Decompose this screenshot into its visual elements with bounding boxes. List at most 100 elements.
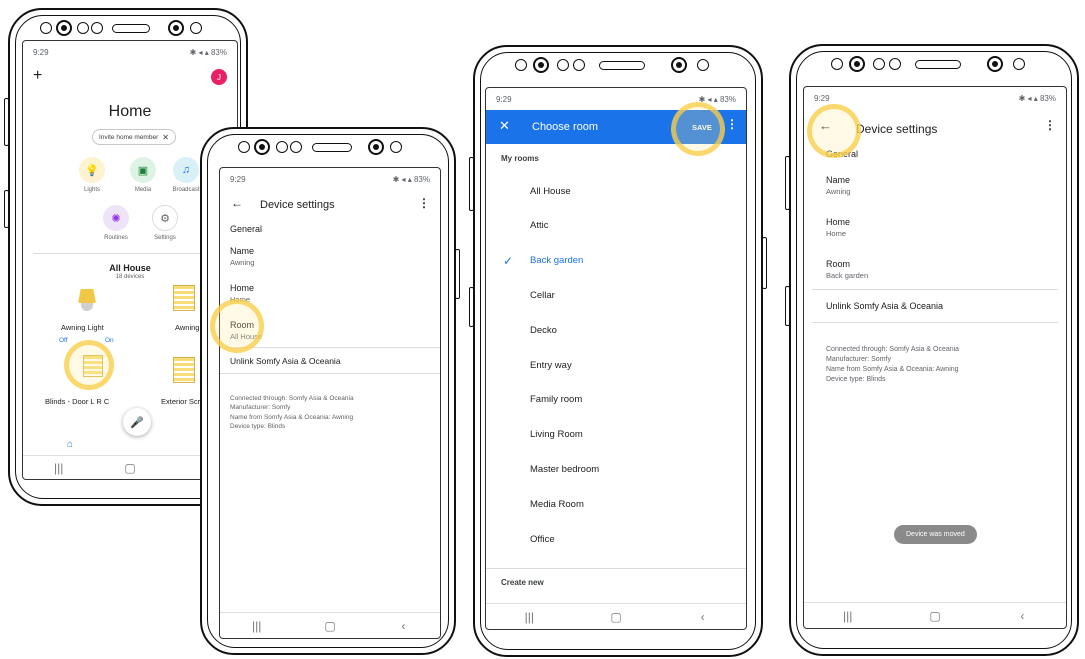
blinds-icon[interactable] <box>173 285 195 311</box>
status-time: 9:29 <box>496 94 512 104</box>
home-nav-icon[interactable]: ▢ <box>318 619 342 633</box>
camera-lens <box>533 57 549 73</box>
sensor-dot <box>40 22 52 34</box>
home-nav-icon[interactable]: ▢ <box>923 609 947 623</box>
room-name: Cellar <box>530 289 555 301</box>
toast-message: Device was moved <box>894 525 977 544</box>
setting-name-value: Awning <box>826 186 851 196</box>
add-icon[interactable]: + <box>33 67 42 85</box>
lamp-icon[interactable] <box>75 289 99 313</box>
sensor-dot <box>889 58 901 70</box>
setting-name[interactable]: Name Awning <box>230 246 254 267</box>
more-options-icon[interactable]: ⋮ <box>418 196 430 210</box>
room-name: Master bedroom <box>530 463 600 475</box>
back-nav-icon[interactable]: ‹ <box>691 610 715 624</box>
save-button[interactable]: SAVE <box>692 123 712 132</box>
room-name: Attic <box>530 220 549 232</box>
back-nav-icon[interactable]: ‹ <box>391 619 415 633</box>
room-item[interactable]: Master bedroom <box>486 452 746 486</box>
phone-sensors <box>791 55 1077 75</box>
home-tab-icon[interactable]: ⌂ <box>67 439 73 450</box>
recents-icon[interactable]: ||| <box>47 461 71 475</box>
sun-icon[interactable]: ✺ <box>103 205 129 231</box>
setting-room[interactable]: Room All House <box>230 320 262 341</box>
blinds-icon[interactable] <box>173 357 195 383</box>
recents-icon[interactable]: ||| <box>245 619 269 633</box>
play-icon[interactable]: ▣ <box>130 157 156 183</box>
off-label[interactable]: Off <box>59 337 68 344</box>
divider <box>220 373 440 374</box>
back-nav-icon[interactable]: ‹ <box>1010 609 1034 623</box>
blinds-icon[interactable] <box>83 355 103 377</box>
earpiece <box>112 24 150 33</box>
info-manufacturer: Manufacturer: Somfy <box>826 356 891 364</box>
room-name: Decko <box>530 324 557 336</box>
sensor-dot <box>557 59 569 71</box>
home-nav-icon[interactable]: ▢ <box>118 461 142 475</box>
unlink-button[interactable]: Unlink Somfy Asia & Oceania <box>230 356 341 366</box>
side-button <box>785 286 790 326</box>
back-arrow-icon[interactable]: ← <box>231 196 243 210</box>
gear-icon[interactable]: ⚙ <box>152 205 178 231</box>
sensor-dot <box>238 141 250 153</box>
setting-home[interactable]: Home Home <box>230 283 254 304</box>
setting-home[interactable]: Home Home <box>826 217 850 238</box>
earpiece <box>599 61 645 70</box>
room-item[interactable]: Entry way <box>486 348 746 382</box>
room-item[interactable]: Living Room <box>486 418 746 452</box>
avatar[interactable]: J <box>211 69 227 85</box>
setting-name-label: Name <box>826 175 851 185</box>
invite-chip[interactable]: Invite home member ✕ <box>92 129 176 145</box>
sensor-dot <box>873 58 885 70</box>
system-nav-bar: ||| ▢ ‹ <box>804 602 1066 628</box>
system-nav-bar: ||| ▢ ‹ <box>220 612 440 638</box>
device-label-blinds-door: Blinds - Door L R C <box>45 397 110 406</box>
setting-name[interactable]: Name Awning <box>826 175 850 196</box>
close-icon[interactable]: ✕ <box>499 118 510 134</box>
room-item[interactable]: Family room <box>486 383 746 417</box>
phone-sensors <box>202 138 454 158</box>
device-info: Connected through: Somfy Asia & Oceania … <box>230 394 354 432</box>
recents-icon[interactable]: ||| <box>836 609 860 623</box>
room-item[interactable]: Office <box>486 522 746 556</box>
broadcast-icon[interactable]: ♫ <box>173 157 199 183</box>
mic-fab[interactable]: 🎤 <box>123 408 151 436</box>
create-new-button[interactable]: Create new <box>501 578 544 587</box>
more-options-icon[interactable]: ⋮ <box>1044 118 1056 132</box>
side-button <box>469 157 474 211</box>
unlink-button[interactable]: Unlink Somfy Asia & Oceania <box>826 301 943 311</box>
sensor-dot <box>697 59 709 71</box>
back-arrow-icon[interactable]: ← <box>819 118 832 133</box>
home-nav-icon[interactable]: ▢ <box>604 610 628 624</box>
sensor-dot <box>91 22 103 34</box>
room-item[interactable]: Media Room <box>486 487 746 521</box>
status-battery: ✱ ◂ ▴ 83% <box>392 174 430 184</box>
sensor-dot <box>831 58 843 70</box>
lightbulb-icon[interactable]: 💡 <box>79 157 105 183</box>
setting-home-value: Home <box>826 228 847 238</box>
side-button <box>4 98 9 146</box>
close-icon[interactable]: ✕ <box>162 133 169 142</box>
setting-room-value: Back garden <box>826 270 869 280</box>
room-item[interactable]: Decko <box>486 313 746 347</box>
room-item[interactable]: Cellar <box>486 278 746 312</box>
camera-lens <box>987 56 1003 72</box>
status-time: 9:29 <box>33 47 49 57</box>
system-nav-bar: ||| ▢ ‹ <box>486 603 746 629</box>
more-options-icon[interactable]: ⋮ <box>726 117 738 131</box>
camera-lens <box>671 57 687 73</box>
on-label[interactable]: On <box>105 337 114 344</box>
side-button <box>455 249 460 299</box>
sensor-dot <box>1013 58 1025 70</box>
setting-home-label: Home <box>826 217 851 227</box>
recents-icon[interactable]: ||| <box>517 610 541 624</box>
camera-lens <box>56 20 72 36</box>
room-item[interactable]: Attic <box>486 209 746 243</box>
page-title: Choose room <box>532 121 599 133</box>
room-item[interactable]: All House <box>486 174 746 208</box>
sensor-dot <box>573 59 585 71</box>
info-manufacturer: Manufacturer: Somfy <box>230 404 291 412</box>
section-general: General <box>826 149 859 159</box>
room-item[interactable]: ✓ Back garden <box>486 244 746 278</box>
setting-room[interactable]: Room Back garden <box>826 259 868 280</box>
